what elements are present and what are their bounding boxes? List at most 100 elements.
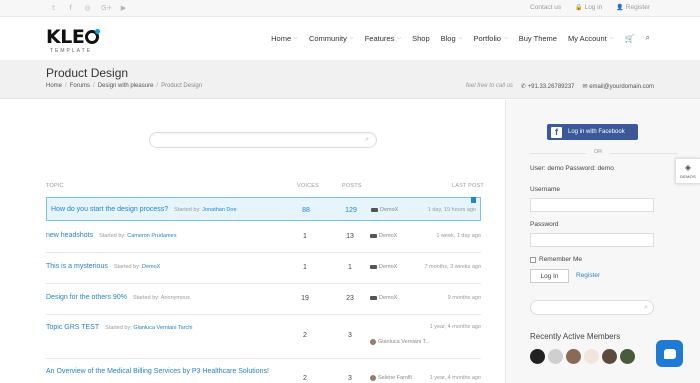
logo[interactable]: KLE TEMPLATE <box>46 27 101 54</box>
avatar[interactable] <box>620 349 635 364</box>
topic-title[interactable]: An Overview of the Medical Billing Servi… <box>46 368 269 375</box>
username-field[interactable] <box>530 198 654 212</box>
nav-shop[interactable]: Shop <box>412 34 430 43</box>
topic-voices: 2 <box>303 375 307 382</box>
breadcrumb-home[interactable]: Home <box>46 83 62 89</box>
last-post-time[interactable]: 1 week, 1 day ago <box>436 233 481 239</box>
nav-community[interactable]: Community ⌵ <box>309 34 354 43</box>
chat-button[interactable] <box>656 340 683 367</box>
topic-title[interactable]: How do you start the design process? <box>51 206 168 213</box>
started-by-label: Started by: <box>174 207 201 213</box>
search-icon[interactable]: ⌕ <box>646 33 650 43</box>
topic-posts: 3 <box>348 332 352 339</box>
avatar <box>371 208 378 212</box>
youtube-icon[interactable]: ▶ <box>120 3 127 13</box>
topic-started-by: Started by: Cameron Prudames <box>99 233 176 239</box>
topic-author[interactable]: Gianluca Verniani Tarchi <box>133 325 192 331</box>
topic-title-wrap: new headshots Started by: Cameron Prudame… <box>46 232 176 239</box>
chevron-down-icon: ⌵ <box>349 35 354 41</box>
facebook-icon[interactable]: f <box>67 3 74 13</box>
page-title: Product Design <box>46 66 129 80</box>
avatar[interactable] <box>530 349 545 364</box>
topic-row[interactable]: Design for the others 90% Started by: Ano… <box>46 284 481 315</box>
last-post-time[interactable]: 9 months ago <box>448 295 481 301</box>
email-info[interactable]: ✉ email@yourdomain.com <box>583 83 654 90</box>
avatar[interactable] <box>548 349 563 364</box>
nav-my-account[interactable]: My Account ⌵ <box>568 34 614 43</box>
contact-info: feel free to call us ✆ +91.33.26789237 ✉… <box>466 83 654 90</box>
remember-me[interactable]: Remember Me <box>530 256 582 263</box>
last-post-user[interactable]: Gianluca Verniani T... <box>370 339 430 345</box>
last-post-time[interactable]: 1 year, 4 months ago <box>430 324 481 330</box>
remember-checkbox[interactable] <box>530 256 536 263</box>
dribbble-icon[interactable]: ◎ <box>84 3 91 13</box>
nav-blog[interactable]: Blog ⌵ <box>441 34 463 43</box>
password-field[interactable] <box>530 233 654 247</box>
nav-community-label: Community <box>308 33 347 43</box>
breadcrumb-forum[interactable]: Design with pleasure <box>98 83 154 89</box>
topic-posts: 3 <box>348 375 352 382</box>
avatar[interactable] <box>602 349 617 364</box>
topic-title[interactable]: This is a mysterious <box>46 263 108 270</box>
avatar <box>370 265 377 269</box>
chevron-down-icon: ⌵ <box>294 35 298 41</box>
nav-portfolio[interactable]: Portfolio ⌵ <box>473 34 507 43</box>
last-post-user[interactable]: DemoX <box>370 264 397 270</box>
nav-features[interactable]: Features ⌵ <box>365 34 401 43</box>
last-post-time[interactable]: 7 months, 3 weeks ago <box>424 264 481 270</box>
column-header-posts: POSTS <box>342 183 362 189</box>
topic-title-wrap: Design for the others 90% Started by: Ano… <box>46 294 190 301</box>
google-plus-icon[interactable]: G+ <box>101 3 112 13</box>
last-post-user[interactable]: Selene Farolfi <box>370 375 412 381</box>
topic-row[interactable]: This is a mysterious Started by: DemoX 1 … <box>46 253 481 284</box>
top-bar: t f ◎ G+ ▶ Contact us 🔒 Log in 👤 Register <box>0 0 700 17</box>
topic-voices: 1 <box>303 264 307 271</box>
topic-author: Anonymous <box>160 295 190 301</box>
topic-row[interactable]: Topic GRS TEST Started by: Gianluca Verni… <box>46 315 481 359</box>
last-post-user[interactable]: DemoX <box>370 233 397 239</box>
topic-title[interactable]: Topic GRS TEST <box>46 324 99 331</box>
site-header: KLE TEMPLATE Home ⌵ Community ⌵ Features ⌵ … <box>0 17 700 61</box>
last-post-time[interactable]: 1 year, 4 months ago <box>430 375 481 381</box>
facebook-login-button[interactable]: f Log in with Facebook <box>547 124 638 140</box>
register-top-link[interactable]: 👤 Register <box>616 3 650 13</box>
chevron-down-icon: ⌵ <box>397 35 402 41</box>
nav-buy-theme[interactable]: Buy Theme <box>519 34 557 43</box>
register-link[interactable]: Register <box>576 272 600 279</box>
avatar[interactable] <box>584 349 599 364</box>
topic-author[interactable]: Cameron Prudames <box>127 233 176 239</box>
topic-posts: 129 <box>345 207 357 214</box>
main-nav: Home ⌵ Community ⌵ Features ⌵ Shop Blog ⌵ Po… <box>260 33 650 43</box>
topic-title[interactable]: new headshots <box>46 232 93 239</box>
breadcrumb: Home / Forums / Design with pleasure / P… <box>46 83 202 89</box>
contact-link[interactable]: Contact us <box>530 3 561 13</box>
topic-author[interactable]: Jonathan Doe <box>202 207 236 213</box>
recent-members-title: Recently Active Members <box>530 332 621 341</box>
login-button[interactable]: Log In <box>530 269 569 283</box>
topic-row[interactable]: How do you start the design process? Star… <box>46 197 481 221</box>
twitter-icon[interactable]: t <box>50 3 57 13</box>
demos-tab[interactable]: ◈ DEMOS <box>675 158 700 184</box>
social-links: t f ◎ G+ ▶ <box>50 3 127 13</box>
topic-title-wrap: An Overview of the Medical Billing Servi… <box>46 368 269 375</box>
last-post-time[interactable]: 1 day, 19 hours ago <box>428 207 476 213</box>
avatar[interactable] <box>566 349 581 364</box>
login-link[interactable]: 🔒 Log in <box>575 3 602 13</box>
column-header-voices: VOICES <box>297 183 319 189</box>
forum-search-input[interactable]: ⌕ <box>149 132 377 148</box>
topic-row[interactable]: An Overview of the Medical Billing Servi… <box>46 359 481 383</box>
topic-row[interactable]: new headshots Started by: Cameron Prudame… <box>46 222 481 253</box>
remember-label: Remember Me <box>539 256 582 263</box>
topic-title[interactable]: Design for the others 90% <box>46 294 127 301</box>
nav-buy-theme-label: Buy Theme <box>518 33 557 43</box>
sidebar-search-input[interactable]: ⌕ <box>530 300 654 315</box>
topic-author[interactable]: DemoX <box>142 264 160 270</box>
password-label: Password <box>530 221 559 228</box>
topic-voices: 88 <box>302 207 310 214</box>
breadcrumb-forums[interactable]: Forums <box>70 83 90 89</box>
nav-home[interactable]: Home ⌵ <box>271 34 298 43</box>
last-post-user[interactable]: DemoX <box>371 207 398 213</box>
last-post-user[interactable]: DemoX <box>370 295 397 301</box>
cart-icon[interactable]: 🛒 <box>625 34 635 43</box>
topic-posts: 13 <box>346 233 354 240</box>
